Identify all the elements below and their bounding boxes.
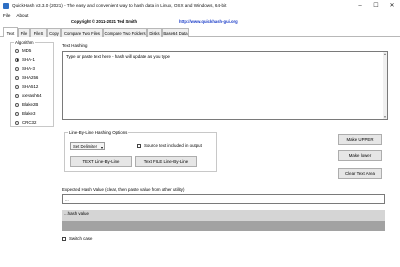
- radio-label: SHA512: [22, 84, 39, 89]
- radio-circle[interactable]: [15, 111, 19, 116]
- chevron-down-icon: ▾: [100, 144, 103, 150]
- radio-label: SHA-1: [22, 57, 35, 62]
- radio-circle[interactable]: [15, 120, 19, 125]
- scroll-down-icon[interactable]: ▼: [383, 115, 387, 119]
- radio-sha1[interactable]: SHA-1: [15, 57, 35, 62]
- radio-label: Blake3: [22, 111, 36, 116]
- text-input-value: Type or paste text here - hash will upda…: [66, 54, 170, 59]
- maximize-icon[interactable]: ☐: [368, 0, 384, 11]
- tab-bar: Text File FileS Copy Compare Two Files C…: [0, 27, 400, 38]
- algorithm-legend: Algorithm: [14, 40, 35, 45]
- radio-label: MD5: [22, 48, 32, 53]
- radio-sha256[interactable]: SHA256: [15, 75, 38, 80]
- text-tab-panel: Algorithm MD5 SHA-1 SHA-3 SHA256 SHA512 …: [2, 37, 398, 265]
- radio-crc32[interactable]: CRC32: [15, 120, 36, 125]
- radio-sha3[interactable]: SHA-3: [15, 66, 35, 71]
- text-file-line-by-line-button[interactable]: Text FILE Line-By-Line: [135, 156, 197, 167]
- menu-file[interactable]: File: [3, 13, 10, 18]
- radio-circle[interactable]: [15, 84, 19, 89]
- line-by-line-legend: Line-By-Line Hashing Options: [68, 130, 129, 135]
- radio-label: xxHash64: [22, 93, 42, 98]
- hash-value-output[interactable]: [62, 221, 385, 231]
- hash-value-label-bar: ...hash value: [62, 210, 385, 221]
- radio-sha512[interactable]: SHA512: [15, 84, 38, 89]
- window-controls: – ☐ ✕: [352, 0, 400, 11]
- hash-value-label: ...hash value: [64, 211, 89, 216]
- app-icon: [3, 2, 9, 9]
- title-bar: QuickHash v3.3.0 (2021) - The easy and c…: [0, 0, 400, 11]
- expected-hash-input[interactable]: ...: [62, 194, 385, 204]
- website-link[interactable]: http://www.quickhash-gui.org: [179, 19, 238, 24]
- minimize-icon[interactable]: –: [352, 0, 368, 11]
- expected-hash-value: ...: [65, 196, 69, 202]
- copyright-text: Copyright © 2011-2021 Ted Smith: [71, 19, 138, 24]
- expected-hash-label: Expected Hash Value (clear, then paste v…: [62, 187, 185, 192]
- make-upper-button[interactable]: Make UPPER: [338, 134, 382, 145]
- text-hashing-label: Text Hashing: [62, 43, 88, 48]
- checkbox-box[interactable]: [137, 143, 141, 148]
- tab-compare-two-folders[interactable]: Compare Two Folders: [103, 28, 147, 37]
- tab-compare-two-files[interactable]: Compare Two Files: [61, 28, 103, 37]
- close-icon[interactable]: ✕: [384, 0, 400, 11]
- switch-case-checkbox[interactable]: Switch case: [62, 236, 92, 241]
- radio-circle[interactable]: [15, 102, 19, 107]
- tab-copy[interactable]: Copy: [47, 28, 61, 37]
- switch-case-label: Switch case: [69, 236, 93, 241]
- delimiter-value: Set Delimiter: [73, 143, 97, 149]
- tab-base64-data[interactable]: Base64 Data: [162, 28, 189, 37]
- radio-md5[interactable]: MD5: [15, 48, 31, 53]
- text-input-area[interactable]: Type or paste text here - hash will upda…: [62, 51, 388, 120]
- radio-circle[interactable]: [15, 66, 19, 71]
- tab-file[interactable]: File: [18, 28, 30, 37]
- radio-circle[interactable]: [15, 57, 19, 62]
- algorithm-group: Algorithm MD5 SHA-1 SHA-3 SHA256 SHA512 …: [10, 40, 54, 127]
- radio-blake2b[interactable]: Blake2B: [15, 102, 38, 107]
- info-bar: Copyright © 2011-2021 Ted Smith http://w…: [0, 19, 400, 25]
- tab-disks[interactable]: Disks: [147, 28, 162, 37]
- text-area-scrollbar[interactable]: ▲ ▼: [383, 52, 387, 119]
- radio-circle[interactable]: [15, 93, 19, 98]
- make-lower-button[interactable]: Make lower: [338, 150, 382, 161]
- text-line-by-line-button[interactable]: TEXT Line-By-Line: [70, 156, 132, 167]
- radio-label: SHA256: [22, 75, 39, 80]
- menu-about[interactable]: About: [16, 13, 28, 18]
- source-text-label: Source text included in output: [144, 143, 202, 148]
- radio-label: CRC32: [22, 120, 37, 125]
- radio-blake3[interactable]: Blake3: [15, 111, 35, 116]
- radio-xxhash64[interactable]: xxHash64: [15, 93, 42, 98]
- window-title: QuickHash v3.3.0 (2021) - The easy and c…: [12, 3, 227, 8]
- source-text-checkbox[interactable]: Source text included in output: [137, 143, 202, 148]
- radio-circle[interactable]: [15, 75, 19, 80]
- clear-text-area-button[interactable]: Clear Text Area: [338, 168, 382, 179]
- tab-files[interactable]: FileS: [30, 28, 47, 37]
- radio-label: SHA-3: [22, 66, 35, 71]
- line-by-line-group: Line-By-Line Hashing Options Set Delimit…: [64, 130, 217, 172]
- checkbox-box[interactable]: [62, 236, 66, 241]
- menu-bar: File About: [0, 11, 400, 19]
- radio-circle[interactable]: [15, 48, 19, 53]
- delimiter-select[interactable]: Set Delimiter ▾: [70, 142, 105, 150]
- scroll-up-icon[interactable]: ▲: [383, 52, 387, 56]
- radio-label: Blake2B: [22, 102, 39, 107]
